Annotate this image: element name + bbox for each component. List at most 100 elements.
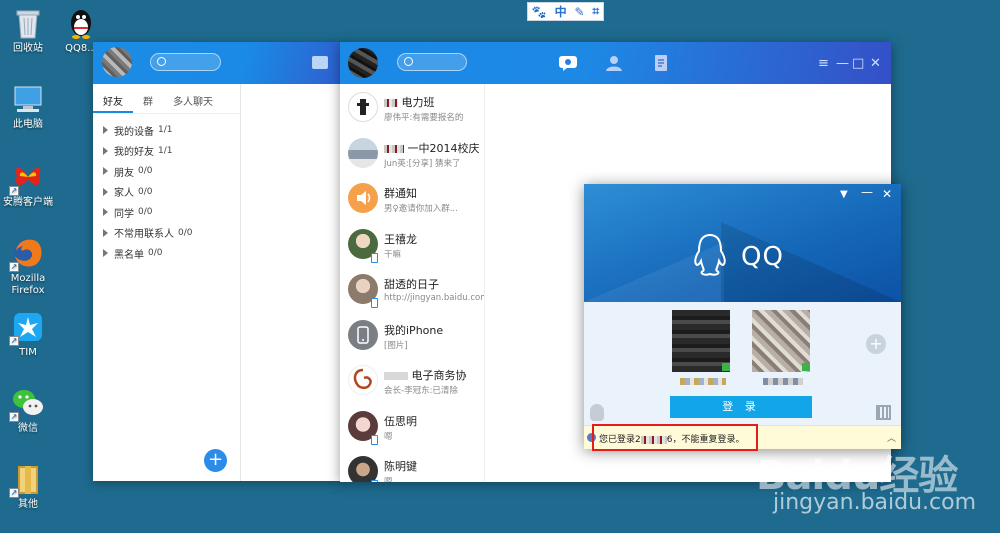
desktop-icon-wechat[interactable]: ↗ 微信 bbox=[0, 386, 56, 435]
notes-icon[interactable] bbox=[651, 54, 671, 72]
chat-name: 陈明键 bbox=[384, 460, 417, 473]
desktop-icon-anteng-client[interactable]: ↗ 安腾客户端 bbox=[0, 160, 56, 209]
chat-name: 一中2014校庆 bbox=[384, 140, 480, 156]
list-item[interactable]: 群通知 男♀邀请你加入群... bbox=[340, 175, 484, 221]
crop-icon[interactable]: ⌗ bbox=[592, 4, 599, 19]
dropdown-arrow-icon[interactable]: ▼ bbox=[840, 189, 848, 200]
search-input[interactable] bbox=[397, 53, 467, 71]
folder-icon: ↗ bbox=[9, 462, 45, 498]
avatar bbox=[348, 456, 378, 482]
group-row-friends[interactable]: 朋友 0/0 bbox=[93, 161, 240, 182]
online-status-icon bbox=[802, 363, 810, 371]
group-row-my-friends[interactable]: 我的好友 1/1 bbox=[93, 141, 240, 162]
search-icon bbox=[157, 57, 166, 66]
list-item[interactable]: 电子商务协 会长-李冠东:已清除 bbox=[340, 357, 484, 403]
desktop-icon-other-folder[interactable]: ↗ 其他 bbox=[0, 462, 56, 511]
desktop-icon-label: 回收站 bbox=[13, 43, 43, 54]
expand-arrow-icon bbox=[103, 167, 108, 176]
desktop-icon-label: TIM bbox=[19, 347, 37, 358]
desktop-icon-label: 此电脑 bbox=[13, 119, 43, 130]
login-title: QQ bbox=[741, 242, 784, 272]
avatar[interactable] bbox=[102, 47, 132, 77]
mobile-online-icon bbox=[371, 298, 378, 308]
desktop-icon-tim[interactable]: ↗ TIM bbox=[0, 310, 56, 359]
list-item[interactable]: 甜透的日子 http://jingyan.baidu.com/ bbox=[340, 266, 484, 312]
chat-preview: 嗯 bbox=[384, 477, 393, 482]
shortcut-arrow-icon: ↗ bbox=[9, 186, 19, 196]
list-item[interactable]: 陈明键 嗯 bbox=[340, 448, 484, 482]
account-name-redacted bbox=[680, 378, 726, 385]
desktop-icon-recycle-bin[interactable]: 回收站 bbox=[0, 6, 56, 55]
close-button[interactable]: ✕ bbox=[870, 56, 881, 71]
expand-arrow-icon bbox=[103, 187, 108, 196]
list-item[interactable]: 我的iPhone [图片] bbox=[340, 312, 484, 358]
group-row-infrequent[interactable]: 不常用联系人 0/0 bbox=[93, 223, 240, 244]
add-account-icon[interactable]: + bbox=[866, 334, 886, 354]
expand-arrow-icon bbox=[103, 126, 108, 135]
login-button[interactable]: 登 录 bbox=[670, 396, 812, 418]
chat-preview: 会长-李冠东:已清除 bbox=[384, 386, 458, 396]
firefox-icon: ↗ bbox=[9, 236, 45, 272]
group-row-family[interactable]: 家人 0/0 bbox=[93, 182, 240, 203]
desktop-icon-label: Mozilla Firefox bbox=[10, 273, 46, 296]
contacts-icon[interactable] bbox=[604, 54, 624, 72]
phone-icon bbox=[348, 319, 378, 350]
tab-friends[interactable]: 好友 bbox=[93, 84, 133, 113]
minimize-button[interactable]: — bbox=[861, 185, 873, 199]
desktop-icon-label: 微信 bbox=[18, 423, 38, 434]
shortcut-arrow-icon: ↗ bbox=[9, 488, 19, 498]
expand-arrow-icon bbox=[103, 228, 108, 237]
chat-name: 王禧龙 bbox=[384, 232, 417, 246]
close-button[interactable]: ✕ bbox=[882, 187, 892, 201]
group-row-classmates[interactable]: 同学 0/0 bbox=[93, 202, 240, 223]
minimize-button[interactable]: — bbox=[836, 56, 849, 71]
contacts-window: 好友 群 多人聊天 我的设备 1/1 我的好友 1/1 朋友 0/0 家人 0/0 同学… bbox=[93, 42, 343, 481]
search-input[interactable] bbox=[150, 53, 221, 71]
maximize-button[interactable]: □ bbox=[852, 56, 864, 71]
account-name-redacted bbox=[763, 378, 803, 385]
mobile-online-icon bbox=[371, 252, 378, 263]
speaker-icon bbox=[348, 183, 378, 213]
expand-arrow-icon bbox=[103, 208, 108, 217]
qr-code-icon[interactable] bbox=[876, 405, 891, 420]
avatar[interactable] bbox=[348, 48, 378, 78]
chat-name: 电子商务协 bbox=[384, 367, 467, 383]
chat-name: 电力班 bbox=[384, 94, 435, 110]
group-row-blacklist[interactable]: 黑名单 0/0 bbox=[93, 243, 240, 264]
list-item[interactable]: 王禧龙 干嘛 bbox=[340, 221, 484, 267]
desktop-icon-this-pc[interactable]: 此电脑 bbox=[0, 82, 56, 131]
list-item[interactable]: 一中2014校庆 Jun英:[分享] 猜来了 bbox=[340, 130, 484, 176]
chat-preview: http://jingyan.baidu.com/ bbox=[384, 293, 484, 303]
chat-preview: Jun英:[分享] 猜来了 bbox=[384, 158, 461, 169]
qq-logo-icon bbox=[694, 233, 726, 276]
chat-name: 甜透的日子 bbox=[384, 278, 439, 291]
paw-icon[interactable]: 🐾 bbox=[532, 5, 547, 19]
add-contact-button[interactable]: + bbox=[204, 449, 227, 472]
message-icon[interactable] bbox=[558, 54, 578, 72]
menu-button[interactable]: ≡ bbox=[818, 56, 829, 71]
message-icon[interactable] bbox=[312, 56, 328, 69]
chat-preview: [图片] bbox=[384, 340, 408, 351]
list-item[interactable]: 伍思明 嗯 bbox=[340, 403, 484, 449]
qq-login-window: ▼ — ✕ QQ + 登 录 您已登录2 6，不能重复登录。 ︿ bbox=[584, 184, 901, 449]
chat-preview: 廖伟平:有需要报名的 bbox=[384, 113, 464, 123]
qq-penguin-icon bbox=[64, 6, 98, 40]
desktop-icon-firefox[interactable]: ↗ Mozilla Firefox bbox=[0, 236, 56, 297]
ime-toolbar[interactable]: 🐾 中 ✎ ⌗ bbox=[527, 2, 604, 21]
pencil-icon[interactable]: ✎ bbox=[574, 5, 584, 19]
recycle-bin-icon bbox=[11, 6, 45, 40]
tab-multi-chat[interactable]: 多人聊天 bbox=[163, 84, 223, 113]
group-row-devices[interactable]: 我的设备 1/1 bbox=[93, 120, 240, 141]
tab-groups[interactable]: 群 bbox=[133, 84, 163, 113]
chat-preview: 嗯 bbox=[384, 431, 393, 442]
highlight-box bbox=[592, 424, 758, 451]
mobile-online-icon bbox=[371, 434, 378, 445]
chinese-mode-toggle[interactable]: 中 bbox=[555, 3, 567, 20]
shortcut-arrow-icon: ↗ bbox=[9, 336, 19, 346]
contacts-window-header bbox=[93, 42, 343, 84]
chat-window-header: ≡ — □ ✕ bbox=[340, 42, 891, 84]
friend-groups-list: 我的设备 1/1 我的好友 1/1 朋友 0/0 家人 0/0 同学 0/0 不常用联系人… bbox=[93, 120, 240, 264]
list-item[interactable]: 电力班 廖伟平:有需要报名的 bbox=[340, 84, 484, 130]
online-status-icon bbox=[722, 363, 730, 371]
tim-icon: ↗ bbox=[9, 310, 45, 346]
